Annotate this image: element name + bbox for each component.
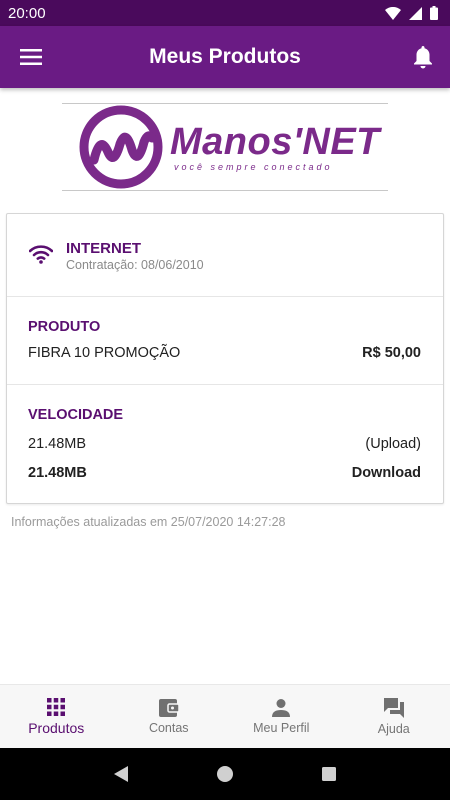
status-bar: 20:00 — [0, 0, 450, 26]
status-time: 20:00 — [8, 4, 46, 22]
nav-item-produtos[interactable]: Produtos — [0, 685, 113, 748]
nav-label-ajuda: Ajuda — [377, 722, 410, 736]
nav-item-meu-perfil[interactable]: Meu Perfil — [225, 685, 338, 748]
nav-label-produtos: Produtos — [28, 720, 85, 736]
download-label: Download — [351, 465, 421, 481]
contract-date: Contratação: 08/06/2010 — [66, 258, 204, 272]
page-title: Meus Produtos — [149, 45, 301, 68]
logo-name: Manos'NET — [170, 121, 380, 163]
logo-tagline: você sempre conectado — [174, 162, 333, 172]
produto-section: PRODUTO FIBRA 10 PROMOÇÃO R$ 50,00 — [7, 297, 443, 385]
home-icon[interactable] — [216, 765, 234, 783]
system-nav-bar — [0, 748, 450, 800]
nav-item-ajuda[interactable]: Ajuda — [338, 685, 450, 748]
wifi-icon — [29, 245, 53, 264]
menu-button[interactable] — [18, 45, 44, 69]
hamburger-menu-icon — [20, 49, 42, 65]
service-header: INTERNET Contratação: 08/06/2010 — [7, 214, 443, 297]
battery-status-icon — [430, 6, 438, 20]
service-name: INTERNET — [66, 240, 141, 257]
nav-label-contas: Contas — [148, 721, 189, 735]
plan-price: R$ 50,00 — [362, 345, 421, 361]
back-icon[interactable] — [113, 765, 129, 783]
nav-label-meu-perfil: Meu Perfil — [253, 721, 310, 735]
download-value: 21.48MB — [28, 465, 87, 481]
plan-name: FIBRA 10 PROMOÇÃO — [28, 345, 181, 361]
brand-logo: Manos'NET você sempre conectado — [62, 103, 388, 191]
bottom-nav: Produtos Contas Meu Perfil Ajuda — [0, 684, 450, 748]
logo-text: Manos'NET você sempre conectado — [170, 122, 380, 172]
bell-icon — [414, 46, 432, 69]
velocidade-section: VELOCIDADE 21.48MB (Upload) 21.48MB Down… — [7, 385, 443, 503]
last-updated-text: Informações atualizadas em 25/07/2020 14… — [11, 515, 286, 529]
signal-status-icon — [409, 6, 422, 20]
produto-title: PRODUTO — [28, 319, 101, 335]
nav-item-contas[interactable]: Contas — [113, 685, 226, 748]
upload-value: 21.48MB — [28, 436, 87, 452]
upload-label: (Upload) — [365, 436, 421, 452]
velocidade-title: VELOCIDADE — [28, 407, 124, 423]
wallet-icon — [158, 699, 180, 717]
recents-icon[interactable] — [321, 766, 337, 782]
notifications-button[interactable] — [410, 43, 436, 71]
chat-icon — [383, 698, 404, 718]
person-icon — [272, 699, 291, 717]
grid-icon — [47, 698, 66, 716]
app-bar: Meus Produtos — [0, 26, 450, 88]
logo-mark-icon — [79, 105, 163, 189]
product-card: INTERNET Contratação: 08/06/2010 PRODUTO… — [6, 213, 444, 504]
wifi-status-icon — [385, 6, 401, 20]
status-icons — [385, 6, 438, 20]
